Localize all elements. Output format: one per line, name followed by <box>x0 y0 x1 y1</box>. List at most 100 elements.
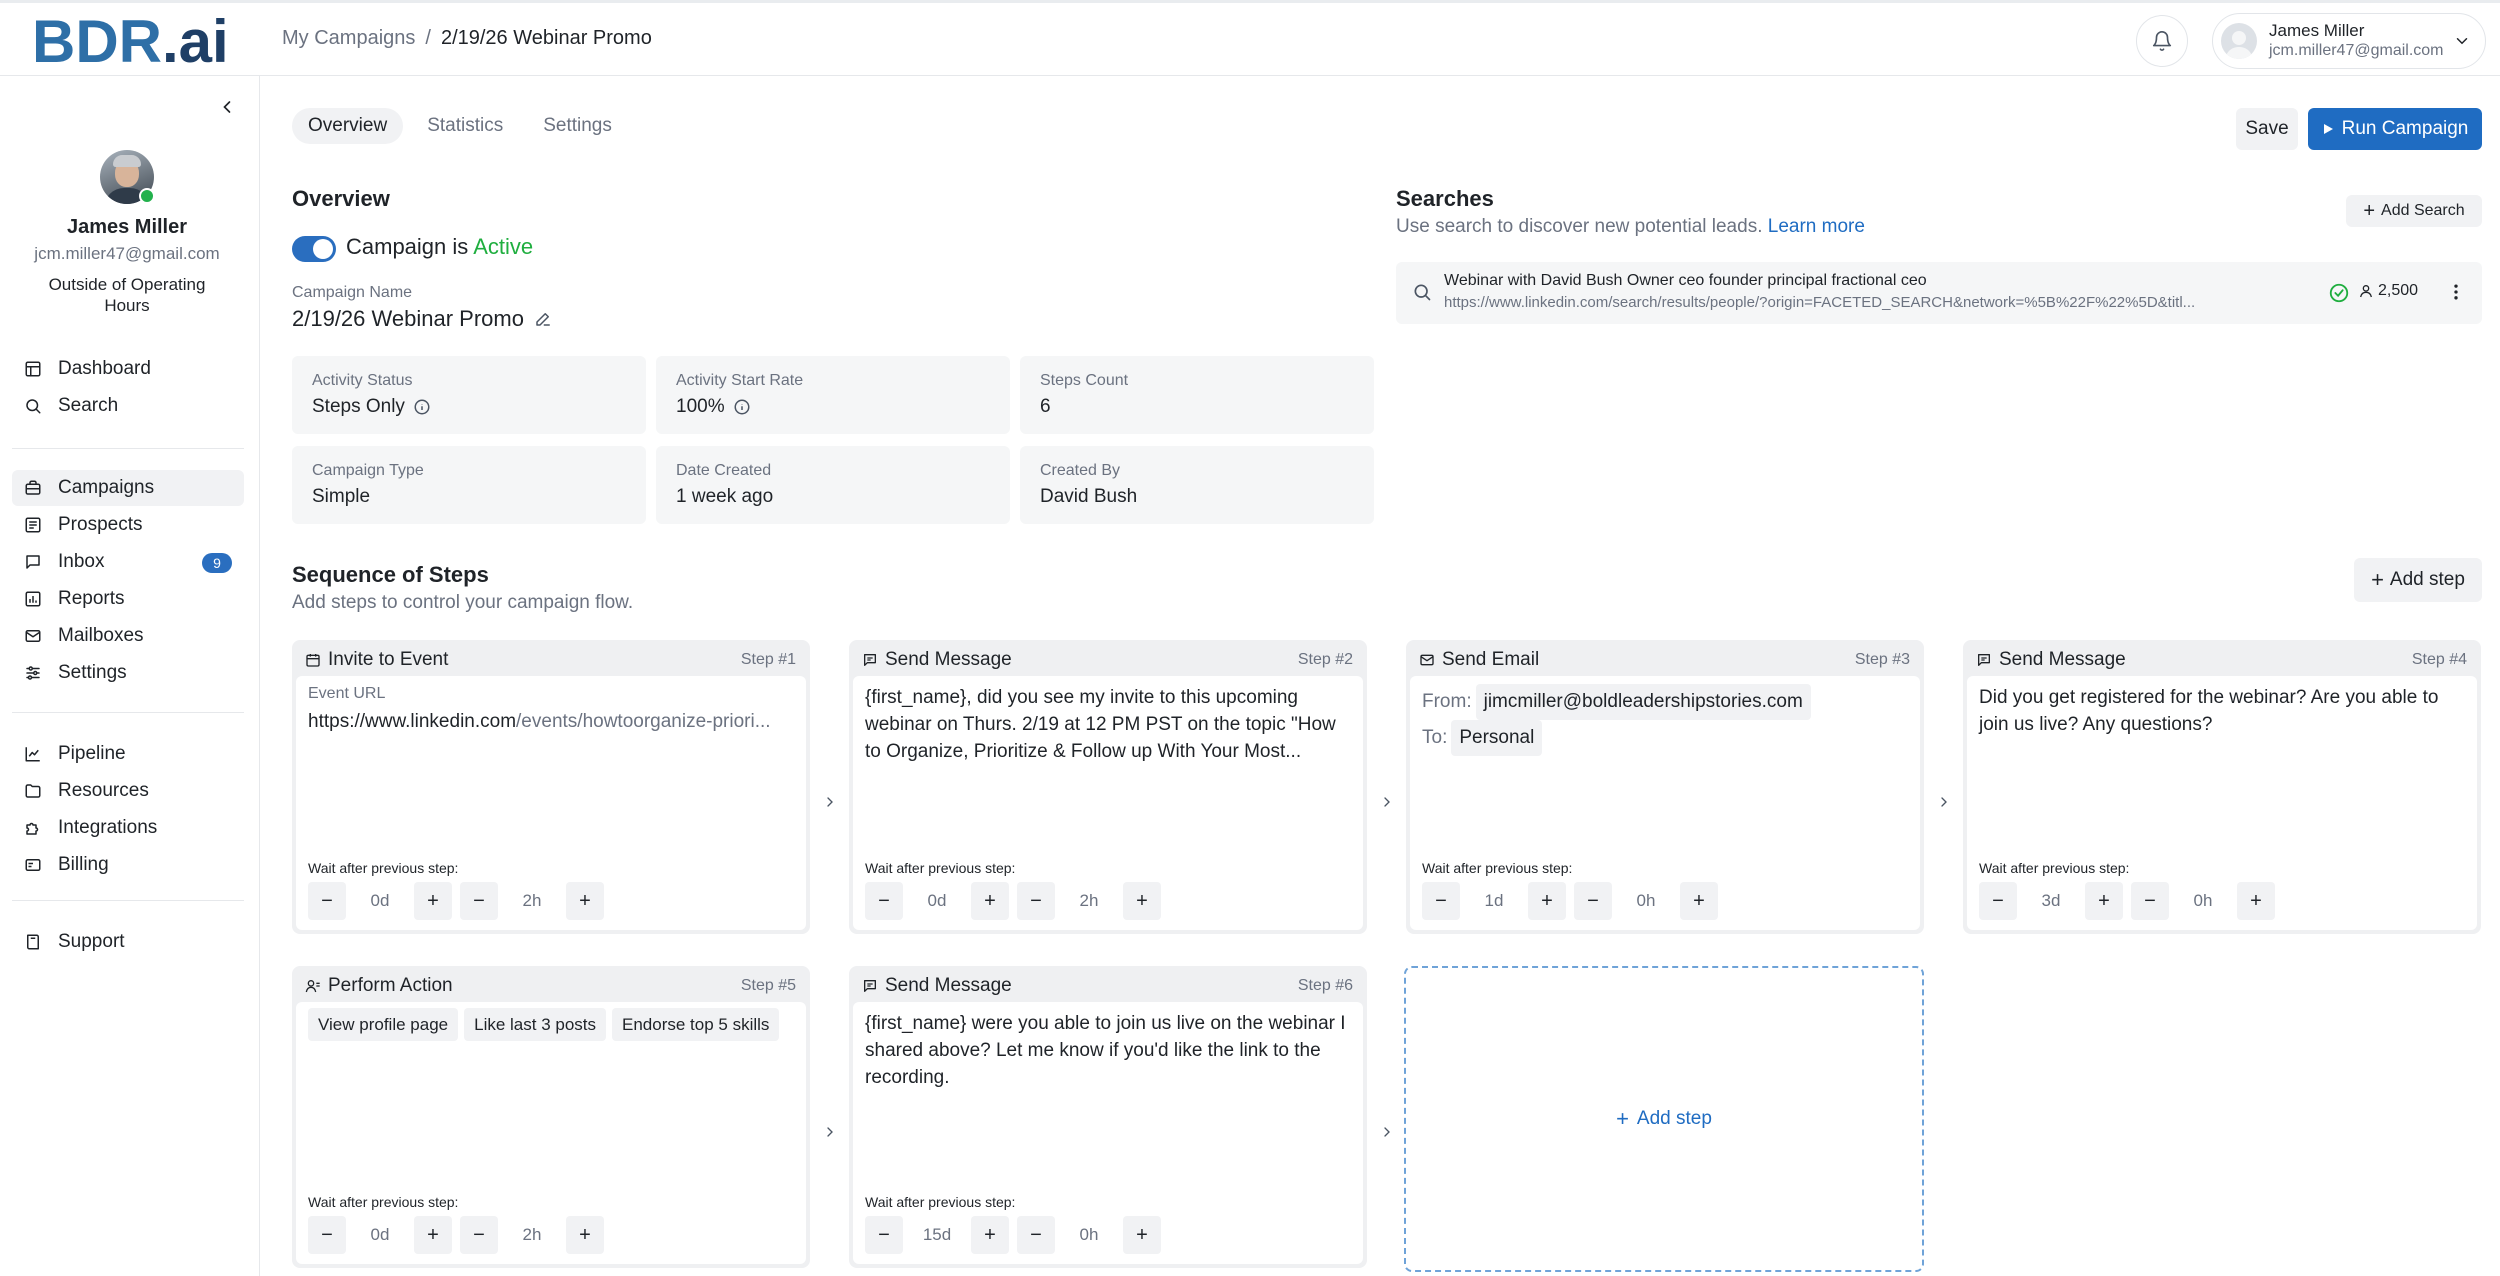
increment-button[interactable]: + <box>2237 882 2275 920</box>
message-text[interactable]: {first_name}, did you see my invite to t… <box>865 684 1351 766</box>
collapse-sidebar-button[interactable] <box>212 92 242 122</box>
campaign-name-label: Campaign Name <box>292 284 413 301</box>
sidebar-item-pipeline[interactable]: Pipeline <box>12 736 244 772</box>
chevron-right-icon <box>820 1122 840 1142</box>
message-text[interactable]: {first_name} were you able to join us li… <box>865 1010 1351 1091</box>
decrement-button[interactable]: − <box>865 1216 903 1254</box>
breadcrumb: My Campaigns / 2/19/26 Webinar Promo <box>282 27 652 50</box>
sidebar-item-resources[interactable]: Resources <box>12 773 244 809</box>
user-menu[interactable]: James Miller jcm.miller47@gmail.com <box>2212 13 2486 69</box>
sidebar-item-prospects[interactable]: Prospects <box>12 507 244 543</box>
decrement-button[interactable]: − <box>1017 1216 1055 1254</box>
increment-button[interactable]: + <box>2085 882 2123 920</box>
wait-days-value[interactable]: 15d <box>903 1216 971 1254</box>
run-campaign-button[interactable]: Run Campaign <box>2308 108 2482 150</box>
wait-days-value[interactable]: 0d <box>346 1216 414 1254</box>
steps-count-card: Steps Count 6 <box>1020 356 1374 434</box>
action-tag[interactable]: Like last 3 posts <box>464 1008 607 1041</box>
increment-button[interactable]: + <box>414 882 452 920</box>
search-item[interactable]: Webinar with David Bush Owner ceo founde… <box>1396 262 2482 324</box>
edit-pencil-icon[interactable] <box>534 310 552 328</box>
overview-title: Overview <box>292 186 390 211</box>
sidebar-item-dashboard[interactable]: Dashboard <box>12 351 244 387</box>
increment-button[interactable]: + <box>971 882 1009 920</box>
step-card-1[interactable]: Invite to Event Step #1 Event URL https:… <box>292 640 810 934</box>
wait-hours-value[interactable]: 2h <box>498 882 566 920</box>
add-search-button[interactable]: + Add Search <box>2346 195 2482 227</box>
email-to-value[interactable]: Personal <box>1451 720 1543 756</box>
decrement-button[interactable]: − <box>308 1216 346 1254</box>
sidebar-item-support[interactable]: Support <box>12 924 244 960</box>
increment-button[interactable]: + <box>1680 882 1718 920</box>
increment-button[interactable]: + <box>414 1216 452 1254</box>
step-card-2[interactable]: Send Message Step #2 {first_name}, did y… <box>849 640 1367 934</box>
decrement-button[interactable]: − <box>865 882 903 920</box>
add-step-button[interactable]: + Add step <box>2354 558 2482 602</box>
sidebar-item-settings[interactable]: Settings <box>12 655 244 691</box>
message-text[interactable]: Did you get registered for the webinar? … <box>1979 684 2465 738</box>
wait-days-value[interactable]: 3d <box>2017 882 2085 920</box>
wait-hours-stepper: − 0h + <box>1017 1216 1161 1254</box>
wait-hours-value[interactable]: 0h <box>2169 882 2237 920</box>
sidebar-item-search[interactable]: Search <box>12 388 244 424</box>
wait-days-value[interactable]: 1d <box>1460 882 1528 920</box>
step-card-3[interactable]: Send Email Step #3 From: jimcmiller@boldl… <box>1406 640 1924 934</box>
increment-button[interactable]: + <box>566 882 604 920</box>
sidebar-item-inbox[interactable]: Inbox 9 <box>12 544 244 580</box>
decrement-button[interactable]: − <box>2131 882 2169 920</box>
event-url-value[interactable]: https://www.linkedin.com/events/howtoorg… <box>308 708 794 735</box>
wait-hours-value[interactable]: 2h <box>498 1216 566 1254</box>
tab-statistics[interactable]: Statistics <box>411 108 519 144</box>
bell-icon <box>2152 31 2172 51</box>
action-tag[interactable]: Endorse top 5 skills <box>612 1008 780 1041</box>
wait-hours-value[interactable]: 0h <box>1055 1216 1123 1254</box>
decrement-button[interactable]: − <box>1017 882 1055 920</box>
sidebar-item-billing[interactable]: Billing <box>12 847 244 883</box>
notifications-button[interactable] <box>2136 15 2188 67</box>
sidebar-item-reports[interactable]: Reports <box>12 581 244 617</box>
decrement-button[interactable]: − <box>1422 882 1460 920</box>
add-step-card[interactable]: + Add step <box>1404 966 1924 1272</box>
action-tag[interactable]: View profile page <box>308 1008 459 1041</box>
wait-hours-stepper: − 0h + <box>2131 882 2275 920</box>
decrement-button[interactable]: − <box>1979 882 2017 920</box>
sidebar-item-campaigns[interactable]: Campaigns <box>12 470 244 506</box>
message-icon <box>861 651 879 669</box>
email-from-value[interactable]: jimcmiller@boldleadershipstories.com <box>1475 684 1811 720</box>
breadcrumb-root[interactable]: My Campaigns <box>282 27 415 50</box>
learn-more-link[interactable]: Learn more <box>1768 216 1865 237</box>
campaign-active-toggle[interactable] <box>292 236 336 262</box>
decrement-button[interactable]: − <box>460 882 498 920</box>
activity-start-rate-card: Activity Start Rate 100% <box>656 356 1010 434</box>
wait-hours-value[interactable]: 0h <box>1612 882 1680 920</box>
list-icon <box>22 514 44 536</box>
sequence-subtitle: Add steps to control your campaign flow. <box>292 592 634 613</box>
tab-overview[interactable]: Overview <box>292 108 404 144</box>
info-icon[interactable] <box>733 398 751 416</box>
decrement-button[interactable]: − <box>1574 882 1612 920</box>
decrement-button[interactable]: − <box>308 882 346 920</box>
wait-days-value[interactable]: 0d <box>903 882 971 920</box>
online-status-dot <box>139 188 155 204</box>
increment-button[interactable]: + <box>1123 882 1161 920</box>
increment-button[interactable]: + <box>1528 882 1566 920</box>
increment-button[interactable]: + <box>1123 1216 1161 1254</box>
sidebar-item-mailboxes[interactable]: Mailboxes <box>12 618 244 654</box>
increment-button[interactable]: + <box>566 1216 604 1254</box>
more-vertical-icon[interactable] <box>2446 282 2466 302</box>
increment-button[interactable]: + <box>971 1216 1009 1254</box>
wait-days-stepper: − 3d + <box>1979 882 2123 920</box>
wait-days-value[interactable]: 0d <box>346 882 414 920</box>
wait-hours-value[interactable]: 2h <box>1055 882 1123 920</box>
sidebar-item-integrations[interactable]: Integrations <box>12 810 244 846</box>
step-card-5[interactable]: Perform Action Step #5 View profile page… <box>292 966 810 1268</box>
info-icon[interactable] <box>413 398 431 416</box>
app-logo[interactable]: BDR.ai <box>32 7 229 76</box>
sliders-icon <box>22 662 44 684</box>
step-card-4[interactable]: Send Message Step #4 Did you get registe… <box>1963 640 2481 934</box>
step-card-6[interactable]: Send Message Step #6 {first_name} were y… <box>849 966 1367 1268</box>
save-button[interactable]: Save <box>2236 108 2298 150</box>
bar-chart-icon <box>22 588 44 610</box>
decrement-button[interactable]: − <box>460 1216 498 1254</box>
tab-settings[interactable]: Settings <box>527 108 628 144</box>
